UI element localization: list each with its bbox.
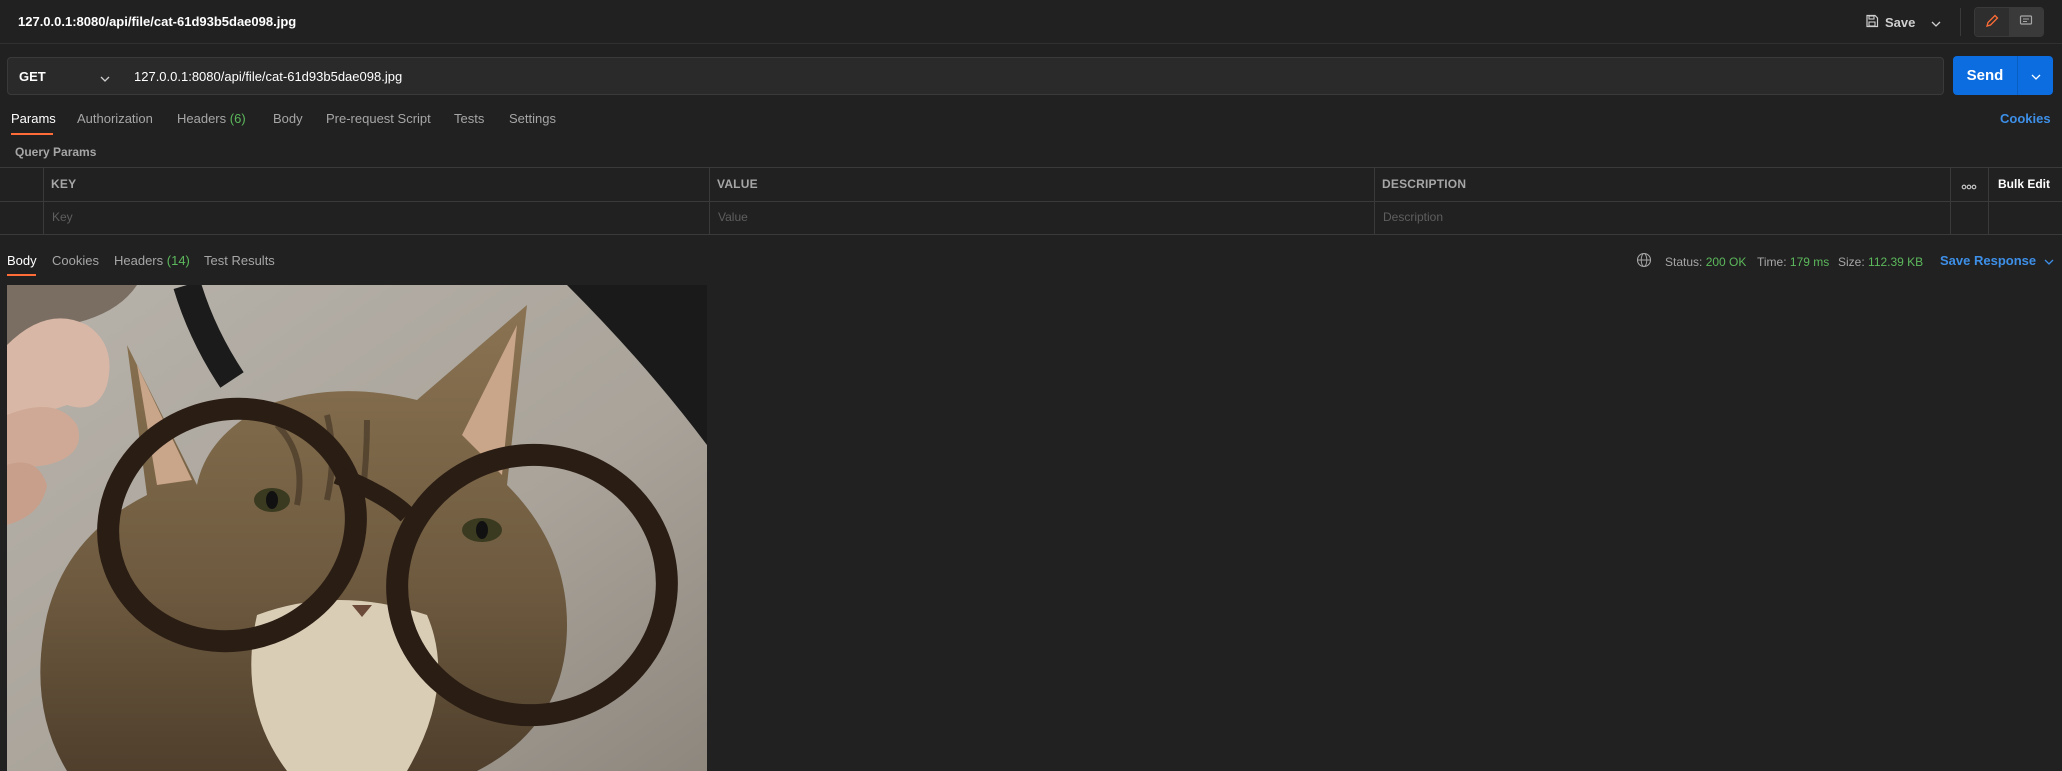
save-options-button[interactable] [1923, 8, 1949, 36]
save-response-label: Save Response [1940, 253, 2037, 268]
save-label: Save [1885, 14, 1916, 30]
request-title[interactable]: 127.0.0.1:8080/api/file/cat-61d93b5dae09… [18, 14, 296, 29]
size-value: 112.39 KB [1868, 255, 1924, 269]
divider [1960, 8, 1961, 36]
method-select[interactable]: GET [7, 57, 123, 95]
tab-label: Settings [509, 111, 556, 126]
cookies-link[interactable]: Cookies [2000, 111, 2051, 126]
globe-icon[interactable] [1636, 252, 1652, 271]
save-icon [1865, 14, 1879, 31]
tab-label: Authorization [77, 111, 153, 126]
chevron-down-icon [2044, 253, 2054, 268]
comment-icon [2019, 14, 2033, 31]
more-options-button[interactable] [1950, 176, 1988, 194]
status-label: Status: [1665, 255, 1703, 269]
save-response-button[interactable]: Save Response [1940, 253, 2054, 268]
tab-tests[interactable]: Tests [454, 111, 484, 126]
time-label: Time: [1757, 255, 1787, 269]
tab-params[interactable]: Params [11, 111, 56, 126]
bulk-edit-button[interactable]: Bulk Edit [1998, 177, 2050, 191]
response-tab-headers[interactable]: Headers (14) [114, 253, 190, 268]
response-status: Status: 200 OK [1665, 255, 1746, 269]
edit-mode-button[interactable] [1975, 8, 2009, 36]
status-value: 200 OK [1705, 255, 1747, 269]
key-input[interactable]: Key [52, 210, 73, 224]
more-icon [1961, 178, 1977, 193]
response-tab-test-results[interactable]: Test Results [204, 253, 275, 268]
tab-pre-request-script[interactable]: Pre-request Script [326, 111, 431, 126]
tab-label: Headers [177, 111, 227, 126]
column-header-key: KEY [51, 177, 77, 191]
response-image [7, 285, 707, 771]
query-params-heading: Query Params [15, 145, 97, 159]
tab-settings[interactable]: Settings [509, 111, 556, 126]
title-bar: 127.0.0.1:8080/api/file/cat-61d93b5dae09… [0, 0, 2062, 44]
divider [709, 168, 710, 235]
divider [0, 201, 2062, 202]
description-input[interactable]: Description [1383, 210, 1443, 224]
method-label: GET [19, 68, 46, 84]
tab-label: Params [11, 111, 56, 126]
tab-label: Body [273, 111, 303, 126]
headers-count: (6) [229, 111, 246, 126]
column-header-description: DESCRIPTION [1382, 177, 1467, 191]
tab-label: Pre-request Script [326, 111, 431, 126]
query-params-table: KEY VALUE DESCRIPTION Bulk Edit Key Valu… [0, 167, 2062, 235]
send-button[interactable]: Send [1953, 56, 2053, 95]
chevron-down-icon [100, 70, 110, 85]
tab-label: Body [7, 253, 37, 268]
url-input[interactable]: 127.0.0.1:8080/api/file/cat-61d93b5dae09… [122, 57, 1944, 95]
send-options-button[interactable] [2018, 68, 2053, 83]
divider [1374, 168, 1375, 235]
response-tab-cookies[interactable]: Cookies [52, 253, 99, 268]
chevron-down-icon [1931, 15, 1941, 30]
edit-icon [1985, 14, 1999, 31]
divider [1988, 168, 1989, 235]
comments-mode-button[interactable] [2009, 8, 2043, 36]
chevron-down-icon [2031, 68, 2041, 83]
response-time: Time: 179 ms [1757, 255, 1829, 269]
view-mode-toggle [1974, 7, 2044, 37]
tab-label: Cookies [52, 253, 99, 268]
response-size: Size: 112.39 KB [1838, 255, 1923, 269]
size-label: Size: [1838, 255, 1865, 269]
headers-count: (14) [166, 253, 190, 268]
send-label: Send [1966, 67, 2004, 84]
tab-body[interactable]: Body [273, 111, 303, 126]
divider [43, 168, 44, 235]
tab-label: Tests [454, 111, 485, 126]
tab-authorization[interactable]: Authorization [77, 111, 153, 126]
active-tab-indicator [11, 133, 53, 135]
save-button[interactable]: Save [1855, 8, 1915, 36]
active-tab-indicator [7, 274, 36, 276]
tab-label: Headers [114, 253, 164, 268]
tab-label: Test Results [204, 253, 275, 268]
time-value: 179 ms [1789, 255, 1830, 269]
value-input[interactable]: Value [718, 210, 748, 224]
column-header-value: VALUE [717, 177, 758, 191]
response-tab-body[interactable]: Body [7, 253, 37, 268]
tab-headers[interactable]: Headers (6) [177, 111, 246, 126]
